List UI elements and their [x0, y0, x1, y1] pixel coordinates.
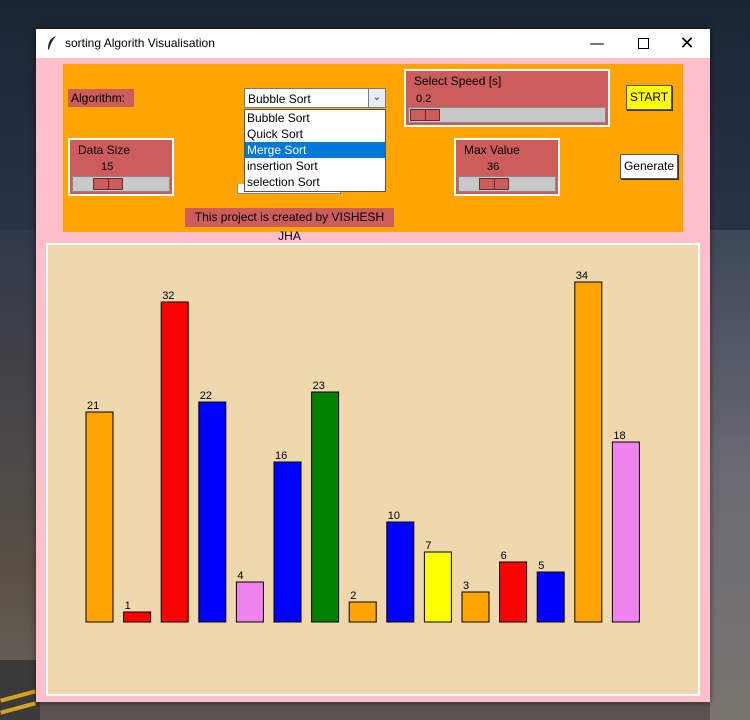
- speed-slider-trough[interactable]: [408, 107, 606, 123]
- start-button[interactable]: START: [626, 85, 672, 110]
- dropdown-option-selection-sort[interactable]: selection Sort: [245, 174, 385, 190]
- app-window: sorting Algorith Visualisation — ✕ Algor…: [36, 29, 710, 702]
- bar-5: [273, 461, 302, 623]
- bar-label-6: 23: [313, 380, 325, 392]
- bar-label-0: 21: [87, 400, 99, 412]
- max-value-slider-handle[interactable]: [479, 178, 509, 190]
- data-size-slider-handle[interactable]: [93, 178, 123, 190]
- desktop-background-left: [0, 230, 40, 720]
- speed-value: 0.2: [416, 93, 432, 105]
- chevron-down-icon[interactable]: ⌄: [368, 89, 385, 107]
- maximize-button[interactable]: [620, 29, 666, 58]
- data-size-scale: Data Size 15: [68, 138, 174, 196]
- bar-label-1: 1: [125, 600, 131, 612]
- feather-icon: [48, 36, 56, 50]
- dropdown-option-merge-sort[interactable]: Merge Sort: [245, 142, 385, 158]
- algorithm-select[interactable]: Bubble Sort ⌄: [244, 88, 386, 108]
- bar-1: [123, 611, 152, 623]
- bar-chart: 21 1 32 22 4 16 23 2 10 7 3 6 5 34 18: [85, 270, 640, 623]
- bar-label-3: 22: [200, 390, 212, 402]
- bar-3: [198, 401, 227, 623]
- credit-label: This project is created by VISHESH JHA: [185, 208, 394, 243]
- bar-label-11: 6: [501, 550, 507, 562]
- maximize-icon: [637, 38, 649, 49]
- algorithm-select-value: Bubble Sort: [248, 92, 311, 106]
- control-panel: Algorithm: Bubble Sort ⌄ Bubble Sort Qui…: [63, 64, 683, 243]
- bar-8: [386, 521, 415, 623]
- dropdown-option-insertion-sort[interactable]: insertion Sort: [245, 158, 385, 174]
- max-value-scale: Max Value 36: [454, 138, 560, 196]
- bar-label-5: 16: [275, 450, 287, 462]
- dropdown-option-bubble-sort[interactable]: Bubble Sort: [245, 110, 385, 126]
- algorithm-label: Algorithm:: [68, 89, 134, 107]
- data-size-value: 15: [101, 161, 114, 173]
- bar-label-2: 32: [162, 290, 174, 302]
- speed-scale: Select Speed [s] 0.2: [404, 69, 610, 127]
- window-title: sorting Algorith Visualisation: [65, 36, 215, 50]
- bar-label-12: 5: [538, 560, 544, 572]
- dropdown-option-quick-sort[interactable]: Quick Sort: [245, 126, 385, 142]
- bar-label-14: 18: [613, 430, 625, 442]
- minimize-icon: —: [589, 34, 605, 52]
- data-size-label: Data Size: [78, 143, 131, 157]
- close-icon: ✕: [679, 33, 695, 54]
- bar-label-9: 7: [425, 540, 431, 552]
- bar-label-10: 3: [463, 580, 469, 592]
- bar-chart-canvas: 21 1 32 22 4 16 23 2 10 7 3 6 5 34 18: [46, 243, 700, 696]
- max-value-label: Max Value: [464, 143, 520, 157]
- max-value-value: 36: [487, 161, 500, 173]
- speed-slider-handle[interactable]: [410, 109, 440, 121]
- max-value-slider-trough[interactable]: [458, 176, 556, 192]
- bar-6: [311, 391, 340, 623]
- minimize-button[interactable]: —: [574, 29, 620, 58]
- generate-button[interactable]: Generate: [620, 154, 678, 179]
- bar-14: [611, 441, 640, 623]
- bar-10: [461, 591, 490, 623]
- bar-7: [348, 601, 377, 623]
- bar-4: [235, 581, 264, 623]
- bar-2: [160, 301, 189, 623]
- desktop-road: [0, 660, 40, 720]
- bar-label-8: 10: [388, 510, 400, 522]
- title-bar[interactable]: sorting Algorith Visualisation — ✕: [36, 29, 710, 58]
- algorithm-dropdown-list[interactable]: Bubble Sort Quick Sort Merge Sort insert…: [244, 109, 386, 192]
- bar-label-7: 2: [350, 590, 356, 602]
- bar-11: [499, 561, 528, 623]
- close-button[interactable]: ✕: [664, 29, 710, 58]
- bar-9: [423, 551, 452, 623]
- bar-label-4: 4: [237, 570, 243, 582]
- data-size-slider-trough[interactable]: [72, 176, 170, 192]
- bar-12: [536, 571, 565, 623]
- desktop-background-right: [710, 230, 750, 720]
- bar-0: [85, 411, 114, 623]
- speed-label: Select Speed [s]: [414, 74, 502, 88]
- bar-label-13: 34: [576, 270, 588, 282]
- bar-13: [574, 281, 603, 623]
